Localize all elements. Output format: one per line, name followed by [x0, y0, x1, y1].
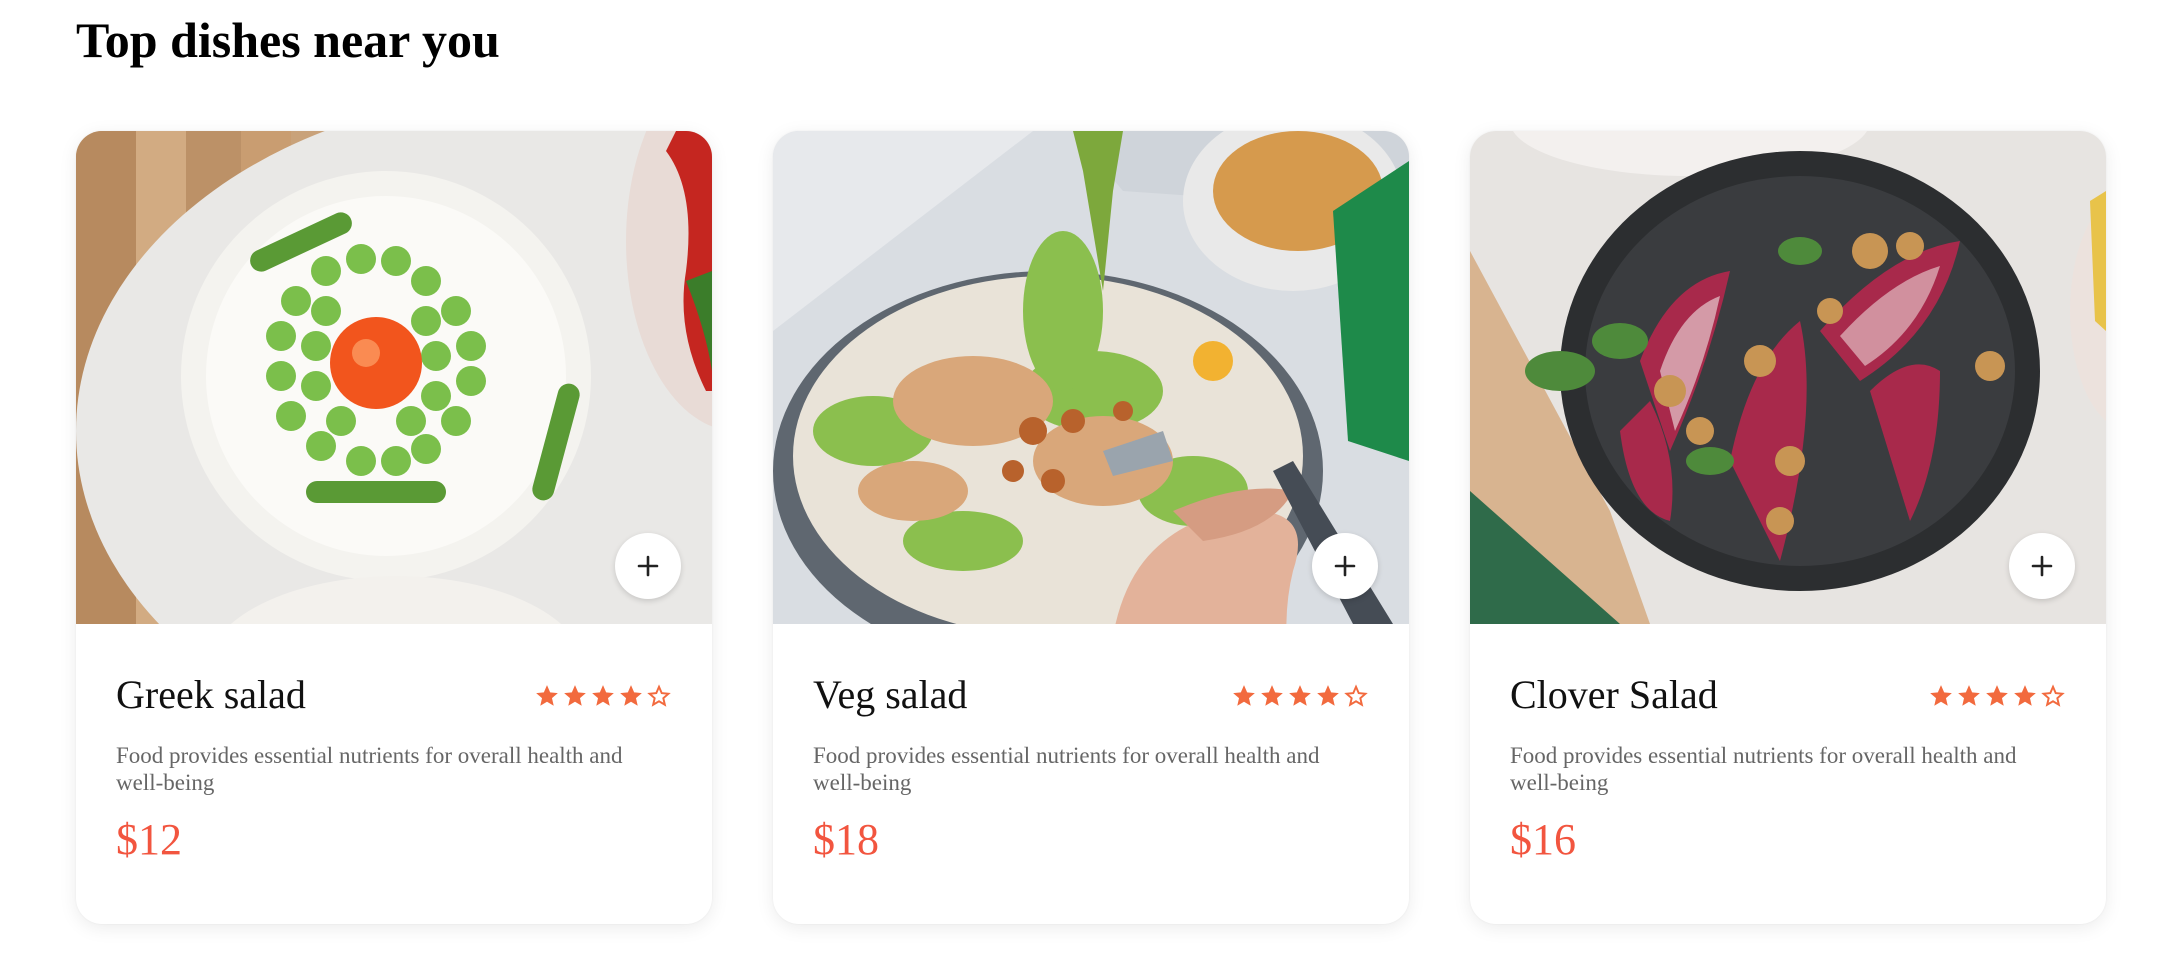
dish-image: [76, 131, 712, 624]
dish-card-body: Clover Salad Food provides essential nut…: [1510, 671, 2066, 865]
dish-card[interactable]: Greek salad Food provides essential nutr…: [76, 131, 712, 924]
star-outline-icon: [1344, 683, 1368, 707]
star-filled-icon: [1986, 684, 2008, 706]
star-filled-icon: [1317, 684, 1339, 706]
mixed-salad-plate-image: [773, 131, 1409, 624]
dish-price: $16: [1510, 815, 1576, 864]
add-to-cart-button[interactable]: [1312, 533, 1378, 599]
star-filled-icon: [1261, 684, 1283, 706]
star-outline-icon: [2041, 683, 2065, 707]
plus-icon: [1334, 555, 1356, 577]
dish-card-body: Veg salad Food provides essential nutrie…: [813, 671, 1369, 865]
star-filled-icon: [1289, 684, 1311, 706]
star-outline-icon: [647, 683, 671, 707]
star-filled-icon: [620, 684, 642, 706]
star-filled-icon: [1930, 684, 1952, 706]
star-filled-icon: [564, 684, 586, 706]
star-rating: [1928, 683, 2066, 709]
star-filled-icon: [1958, 684, 1980, 706]
dish-card-list: Greek salad Food provides essential nutr…: [76, 131, 2106, 924]
dish-description: Food provides essential nutrients for ov…: [1510, 743, 2017, 795]
add-to-cart-button[interactable]: [615, 533, 681, 599]
star-filled-icon: [2014, 684, 2036, 706]
dish-card[interactable]: Clover Salad Food provides essential nut…: [1470, 131, 2106, 924]
dish-description: Food provides essential nutrients for ov…: [813, 743, 1320, 795]
star-filled-icon: [536, 684, 558, 706]
dish-price: $12: [116, 815, 182, 864]
star-rating: [1231, 683, 1369, 709]
dish-card[interactable]: Veg salad Food provides essential nutrie…: [773, 131, 1409, 924]
plus-icon: [2031, 555, 2053, 577]
dish-name: Greek salad: [116, 672, 306, 717]
dish-price: $18: [813, 815, 879, 864]
dish-card-body: Greek salad Food provides essential nutr…: [116, 671, 672, 865]
dish-description: Food provides essential nutrients for ov…: [116, 743, 623, 795]
star-filled-icon: [1233, 684, 1255, 706]
dish-image: [1470, 131, 2106, 624]
dish-name: Clover Salad: [1510, 672, 1718, 717]
star-rating: [534, 683, 672, 709]
add-to-cart-button[interactable]: [2009, 533, 2075, 599]
dish-name: Veg salad: [813, 672, 968, 717]
plus-icon: [637, 555, 659, 577]
page-title: Top dishes near you: [76, 12, 500, 68]
star-filled-icon: [592, 684, 614, 706]
dish-image: [773, 131, 1409, 624]
endive-walnut-plate-image: [1470, 131, 2106, 624]
asparagus-egg-plate-image: [76, 131, 712, 624]
